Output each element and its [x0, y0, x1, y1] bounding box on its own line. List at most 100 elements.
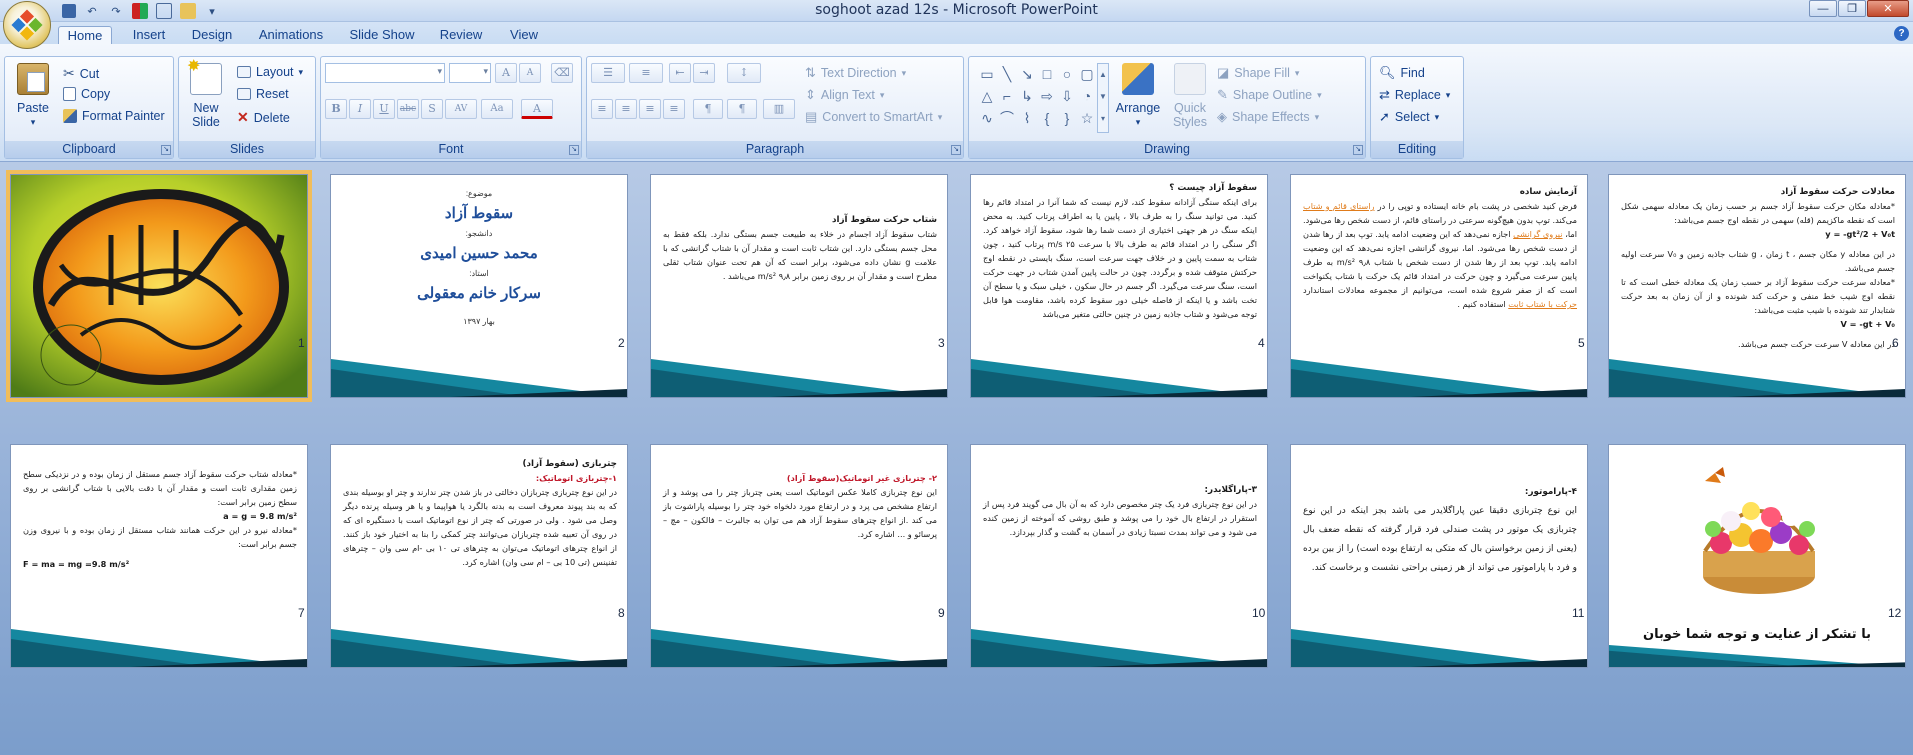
slide-thumbnail-10[interactable]: ۳-پاراگلایدر: در این نوع چتربازی فرد یک … — [970, 444, 1268, 668]
help-icon[interactable]: ? — [1894, 26, 1909, 41]
tab-view[interactable]: View — [504, 26, 544, 45]
down-arrow-shape-icon[interactable]: ⇩ — [1057, 85, 1077, 107]
tab-insert[interactable]: Insert — [124, 26, 174, 45]
slide-thumbnail-8[interactable]: چتربازی (سقوط آزاد) ۱-چتربازی اتوماتیک: … — [330, 444, 628, 668]
minimize-button[interactable]: — — [1809, 0, 1837, 17]
slide-thumbnail-5[interactable]: آزمایش ساده فرض کنید شخصی در پشت بام خان… — [1290, 174, 1588, 398]
tab-design[interactable]: Design — [186, 26, 238, 45]
shape-fill-button[interactable]: ◪ Shape Fill ▾ — [1217, 65, 1299, 81]
underline-button[interactable]: U — [373, 99, 395, 119]
wave-shape-icon[interactable]: ⌇ — [1017, 107, 1037, 129]
bullets-icon[interactable]: ☰ — [591, 63, 625, 83]
slide-link[interactable]: نیروی گرانشی — [1513, 229, 1562, 239]
quick-styles-button[interactable]: Quick Styles — [1167, 63, 1213, 129]
slide-text: *معادله شتاب حرکت سقوط آزاد جسم مستقل از… — [23, 467, 297, 571]
tab-home[interactable]: Home — [58, 26, 112, 45]
textbox-shape-icon[interactable]: ▭ — [977, 63, 997, 85]
arc-shape-icon[interactable]: ⌒ — [997, 107, 1017, 129]
tab-slide-show[interactable]: Slide Show — [346, 26, 418, 45]
copy-button[interactable]: Copy — [63, 87, 110, 101]
shapes-scroll[interactable]: ▲ ▼ ▾ — [1097, 63, 1109, 133]
rtl-icon[interactable]: ¶ — [693, 99, 723, 119]
slide-thumbnail-9[interactable]: ۲- چتربازی غیر اتوماتیک(سقوط آزاد) این ن… — [650, 444, 948, 668]
align-left-icon[interactable]: ≡ — [591, 99, 613, 119]
find-button[interactable]: 🔍︎ Find — [1379, 65, 1425, 81]
copy-icon — [63, 87, 76, 101]
ltr-icon[interactable]: ¶ — [727, 99, 757, 119]
arrange-dropdown-icon: ▾ — [1135, 117, 1141, 127]
star-shape-icon[interactable]: ☆ — [1077, 107, 1097, 129]
curve-shape-icon[interactable]: ∿ — [977, 107, 997, 129]
justify-icon[interactable]: ≡ — [663, 99, 685, 119]
decrease-indent-icon[interactable]: ⇤ — [669, 63, 691, 83]
shapes-gallery[interactable]: ▭ ╲ ↘ □ ○ ▢ △ ⌐ ↳ ⇨ ⇩ ◔ ∿ ⌒ ⌇ { } ☆ — [977, 63, 1097, 133]
clipboard-launcher-icon[interactable]: ↘ — [161, 145, 171, 155]
slide-link[interactable]: حرکت با شتاب ثابت — [1508, 299, 1577, 309]
slide-thumbnail-4[interactable]: سقوط آزاد چیست ؟ برای اینکه سنگی آزادانه… — [970, 174, 1268, 398]
font-family-combo[interactable] — [325, 63, 445, 83]
drawing-launcher-icon[interactable]: ↘ — [1353, 145, 1363, 155]
align-center-icon[interactable]: ≡ — [615, 99, 637, 119]
brace-right-shape-icon[interactable]: } — [1057, 107, 1077, 129]
italic-button[interactable]: I — [349, 99, 371, 119]
delete-button[interactable]: ✕ Delete — [237, 109, 290, 126]
close-button[interactable]: ✕ — [1867, 0, 1909, 17]
office-button[interactable] — [3, 1, 51, 49]
tab-animations[interactable]: Animations — [254, 26, 328, 45]
character-spacing-button[interactable]: AV — [445, 99, 477, 119]
line-spacing-icon[interactable]: ↕ — [727, 63, 761, 83]
elbow-shape-icon[interactable]: ↳ — [1017, 85, 1037, 107]
font-size-combo[interactable] — [449, 63, 491, 83]
tab-review[interactable]: Review — [436, 26, 486, 45]
slide-thumbnail-12[interactable]: با تشکر از عنایت و توجه شما خوبان — [1608, 444, 1906, 668]
cut-button[interactable]: ✂ Cut — [63, 65, 99, 82]
oval-shape-icon[interactable]: ○ — [1057, 63, 1077, 85]
paste-button[interactable]: Paste ▾ — [11, 63, 55, 129]
clear-formatting-icon[interactable]: ⌫ — [551, 63, 573, 83]
increase-indent-icon[interactable]: ⇥ — [693, 63, 715, 83]
slide-thumbnail-11[interactable]: ۴-پاراموتور: این نوع چتربازی دقیقا عین پ… — [1290, 444, 1588, 668]
slide-thumbnail-6[interactable]: معادلات حرکت سقوط آزاد *معادله مکان حرکت… — [1608, 174, 1906, 398]
columns-icon[interactable]: ▥ — [763, 99, 795, 119]
new-slide-button[interactable]: ✸ New Slide — [183, 59, 229, 129]
font-launcher-icon[interactable]: ↘ — [569, 145, 579, 155]
reset-button[interactable]: Reset — [237, 87, 289, 101]
shrink-font-button[interactable]: A — [519, 63, 541, 83]
slide-thumbnail-1[interactable] — [6, 170, 312, 402]
layout-button[interactable]: Layout ▾ — [237, 65, 303, 79]
maximize-button[interactable]: ❐ — [1838, 0, 1866, 17]
arrange-button[interactable]: Arrange ▾ — [1113, 63, 1163, 129]
rounded-rect-shape-icon[interactable]: ▢ — [1077, 63, 1097, 85]
right-arrow-shape-icon[interactable]: ⇨ — [1037, 85, 1057, 107]
slide-link[interactable]: راستای قائم و شتاب — [1303, 201, 1374, 211]
shape-effects-button[interactable]: ◈ Shape Effects ▾ — [1217, 109, 1319, 125]
arrow-shape-icon[interactable]: ↘ — [1017, 63, 1037, 85]
change-case-button[interactable]: Aa — [481, 99, 513, 119]
rectangle-shape-icon[interactable]: □ — [1037, 63, 1057, 85]
slide-body: فرض کنید شخصی در پشت بام خانه ایستاده و … — [1303, 199, 1577, 311]
paragraph-launcher-icon[interactable]: ↘ — [951, 145, 961, 155]
format-painter-button[interactable]: Format Painter — [63, 109, 165, 123]
callout-shape-icon[interactable]: ◔ — [1077, 85, 1097, 107]
brace-left-shape-icon[interactable]: { — [1037, 107, 1057, 129]
select-button[interactable]: ➚ Select ▾ — [1379, 109, 1439, 125]
align-right-icon[interactable]: ≡ — [639, 99, 661, 119]
replace-button[interactable]: ⇄ Replace ▾ — [1379, 87, 1450, 103]
convert-smartart-button[interactable]: ▤ Convert to SmartArt ▾ — [805, 109, 942, 125]
slide-thumbnail-3[interactable]: شتاب حرکت سقوط آزاد شتاب سقوط آزاد اجسام… — [650, 174, 948, 398]
slide-thumbnail-7[interactable]: *معادله شتاب حرکت سقوط آزاد جسم مستقل از… — [10, 444, 308, 668]
triangle-shape-icon[interactable]: △ — [977, 85, 997, 107]
slide-body: این نوع چتربازی دقیقا عین پاراگلایدر می … — [1303, 506, 1577, 573]
slide-thumbnail-2[interactable]: موضوع: سقوط آزاد دانشجو: محمد حسین امیدی… — [330, 174, 628, 398]
connector-shape-icon[interactable]: ⌐ — [997, 85, 1017, 107]
align-text-button[interactable]: ⇕ Align Text ▾ — [805, 87, 884, 103]
text-shadow-button[interactable]: S — [421, 99, 443, 119]
grow-font-button[interactable]: A — [495, 63, 517, 83]
line-shape-icon[interactable]: ╲ — [997, 63, 1017, 85]
font-color-button[interactable]: A — [521, 99, 553, 119]
text-direction-button[interactable]: ⇅ Text Direction ▾ — [805, 65, 906, 81]
numbering-icon[interactable]: ≡ — [629, 63, 663, 83]
bold-button[interactable]: B — [325, 99, 347, 119]
shape-outline-button[interactable]: ✎ Shape Outline ▾ — [1217, 87, 1322, 103]
strikethrough-button[interactable]: abc — [397, 99, 419, 119]
